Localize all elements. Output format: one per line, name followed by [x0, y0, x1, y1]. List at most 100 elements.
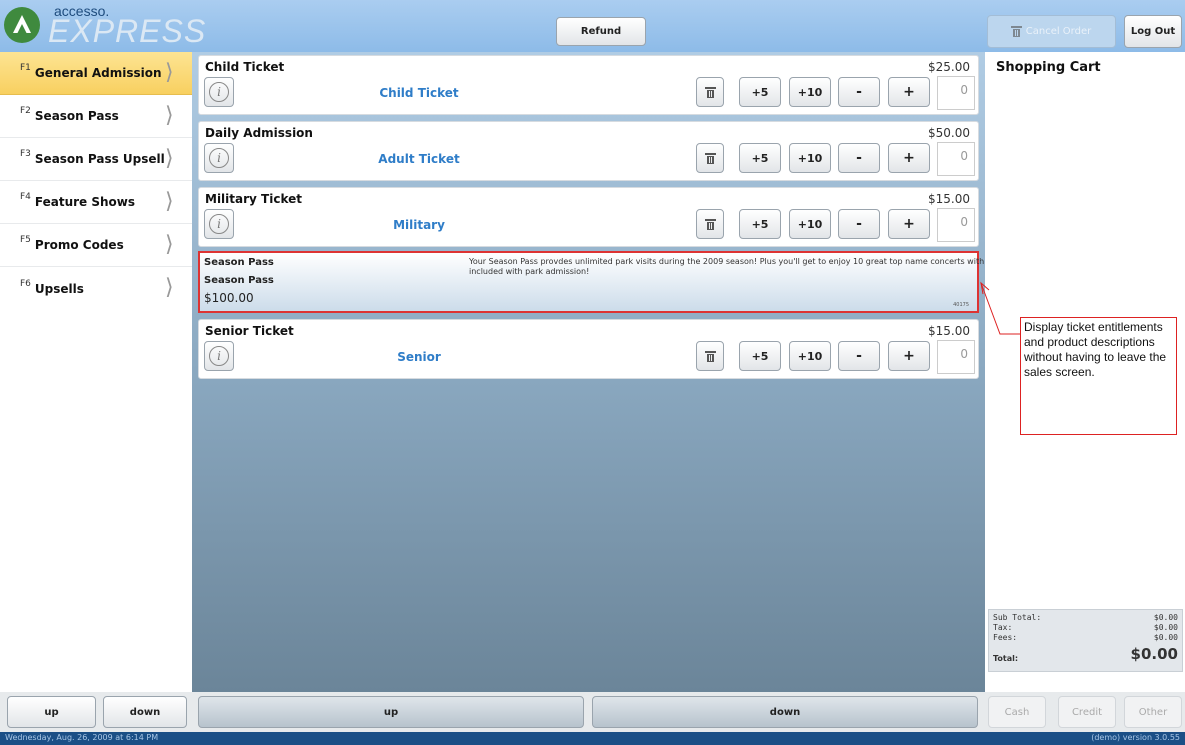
status-bar: Wednesday, Aug. 26, 2009 at 6:14 PM (dem… [0, 732, 1185, 745]
add-10-button[interactable]: +10 [789, 209, 831, 239]
product-title: Senior Ticket [205, 324, 294, 338]
add-10-button[interactable]: +10 [789, 341, 831, 371]
info-button[interactable]: i [204, 341, 234, 371]
log-out-button[interactable]: Log Out [1124, 15, 1182, 48]
cancel-order-button[interactable]: Cancel Order [987, 15, 1116, 48]
fees-value: $0.00 [1153, 633, 1178, 642]
product-card-daily-admission: Daily Admission $50.00 i Adult Ticket +5… [198, 121, 979, 181]
nav-item-label: General Admission [34, 66, 162, 80]
remove-button[interactable] [696, 143, 724, 173]
fees-label: Fees: [993, 633, 1018, 642]
product-price: $25.00 [928, 60, 970, 74]
product-up-button[interactable]: up [198, 696, 584, 728]
increment-button[interactable]: + [888, 209, 930, 239]
nav-item-season-pass-upsell[interactable]: F3 Season Pass Upsell ⟩ [0, 138, 192, 181]
add-5-button[interactable]: +5 [739, 209, 781, 239]
nav-item-label: Season Pass [34, 109, 119, 123]
chevron-right-icon: ⟩ [165, 275, 174, 300]
fees-row: Fees: $0.00 [993, 633, 1178, 643]
product-card-senior-ticket: Senior Ticket $15.00 i Senior +5 +10 - +… [198, 319, 979, 379]
product-subtitle: Military [393, 218, 445, 232]
product-subtitle: Adult Ticket [378, 152, 460, 166]
nav-item-label: Season Pass Upsell [34, 152, 165, 166]
add-5-button[interactable]: +5 [739, 341, 781, 371]
nav-item-label: Upsells [34, 281, 84, 296]
bottom-toolbar: up down up down Cash Credit Other [0, 692, 1185, 732]
cash-button[interactable]: Cash [988, 696, 1046, 728]
other-payment-button[interactable]: Other [1124, 696, 1182, 728]
trash-icon [704, 218, 716, 230]
product-title: Daily Admission [205, 126, 313, 140]
total-row: Total: $0.00 [993, 645, 1178, 663]
chevron-right-icon: ⟩ [165, 146, 174, 171]
status-datetime: Wednesday, Aug. 26, 2009 at 6:14 PM [5, 733, 159, 742]
trash-icon [1010, 26, 1022, 37]
season-pass-subtitle: Season Pass [204, 275, 274, 286]
product-card-military-ticket: Military Ticket $15.00 i Military +5 +10… [198, 187, 979, 247]
nav-item-season-pass[interactable]: F2 Season Pass ⟩ [0, 95, 192, 138]
info-button[interactable]: i [204, 77, 234, 107]
tax-label: Tax: [993, 623, 1013, 632]
category-nav: F1 General Admission ⟩ F2 Season Pass ⟩ … [0, 52, 192, 692]
nav-key-label: F2 [20, 106, 31, 116]
nav-item-upsells[interactable]: F6 Upsells ⟩ [0, 267, 192, 310]
info-icon: i [209, 214, 229, 234]
nav-item-general-admission[interactable]: F1 General Admission ⟩ [0, 52, 192, 95]
nav-item-promo-codes[interactable]: F5 Promo Codes ⟩ [0, 224, 192, 267]
increment-button[interactable]: + [888, 341, 930, 371]
info-button[interactable]: i [204, 209, 234, 239]
product-down-button[interactable]: down [592, 696, 978, 728]
quantity-field[interactable]: 0 [937, 208, 975, 242]
decrement-button[interactable]: - [838, 341, 880, 371]
info-button[interactable]: i [204, 143, 234, 173]
nav-item-label: Promo Codes [34, 238, 124, 252]
nav-down-button[interactable]: down [103, 696, 187, 728]
season-pass-price: $100.00 [204, 291, 254, 305]
logo-main-text: EXPRESS [48, 13, 207, 49]
chevron-right-icon: ⟩ [165, 103, 174, 128]
season-pass-detail-card[interactable]: Season Pass Season Pass $100.00 Your Sea… [198, 251, 984, 313]
add-5-button[interactable]: +5 [739, 77, 781, 107]
season-pass-code: 40175 [953, 302, 969, 308]
product-price: $15.00 [928, 192, 970, 206]
nav-up-button[interactable]: up [7, 696, 96, 728]
trash-icon [704, 86, 716, 98]
top-header: accesso. EXPRESS Refund Cancel Order Log… [0, 0, 1185, 52]
quantity-field[interactable]: 0 [937, 76, 975, 110]
tax-row: Tax: $0.00 [993, 623, 1178, 633]
nav-key-label: F1 [20, 63, 31, 73]
add-10-button[interactable]: +10 [789, 77, 831, 107]
decrement-button[interactable]: - [838, 143, 880, 173]
product-card-child-ticket: Child Ticket $25.00 i Child Ticket +5 +1… [198, 55, 979, 115]
add-10-button[interactable]: +10 [789, 143, 831, 173]
subtotal-value: $0.00 [1153, 613, 1178, 622]
cancel-order-label: Cancel Order [1025, 26, 1092, 37]
product-price: $50.00 [928, 126, 970, 140]
product-subtitle: Child Ticket [379, 86, 459, 100]
quantity-field[interactable]: 0 [937, 142, 975, 176]
nav-item-feature-shows[interactable]: F4 Feature Shows ⟩ [0, 181, 192, 224]
remove-button[interactable] [696, 209, 724, 239]
increment-button[interactable]: + [888, 77, 930, 107]
chevron-right-icon: ⟩ [165, 232, 174, 257]
cart-title: Shopping Cart [996, 60, 1101, 75]
decrement-button[interactable]: - [838, 77, 880, 107]
product-list: Child Ticket $25.00 i Child Ticket +5 +1… [192, 52, 985, 692]
info-icon: i [209, 148, 229, 168]
logo-mark-icon [4, 7, 40, 43]
credit-button[interactable]: Credit [1058, 696, 1116, 728]
increment-button[interactable]: + [888, 143, 930, 173]
add-5-button[interactable]: +5 [739, 143, 781, 173]
tax-value: $0.00 [1153, 623, 1178, 632]
decrement-button[interactable]: - [838, 209, 880, 239]
chevron-right-icon: ⟩ [165, 189, 174, 214]
remove-button[interactable] [696, 77, 724, 107]
product-title: Military Ticket [205, 192, 302, 206]
nav-key-label: F5 [20, 235, 31, 245]
accesso-express-logo: accesso. EXPRESS [4, 3, 205, 49]
refund-button[interactable]: Refund [556, 17, 646, 46]
quantity-field[interactable]: 0 [937, 340, 975, 374]
total-label: Total: [993, 654, 1019, 663]
cart-totals: Sub Total: $0.00 Tax: $0.00 Fees: $0.00 Tot… [988, 609, 1183, 672]
remove-button[interactable] [696, 341, 724, 371]
